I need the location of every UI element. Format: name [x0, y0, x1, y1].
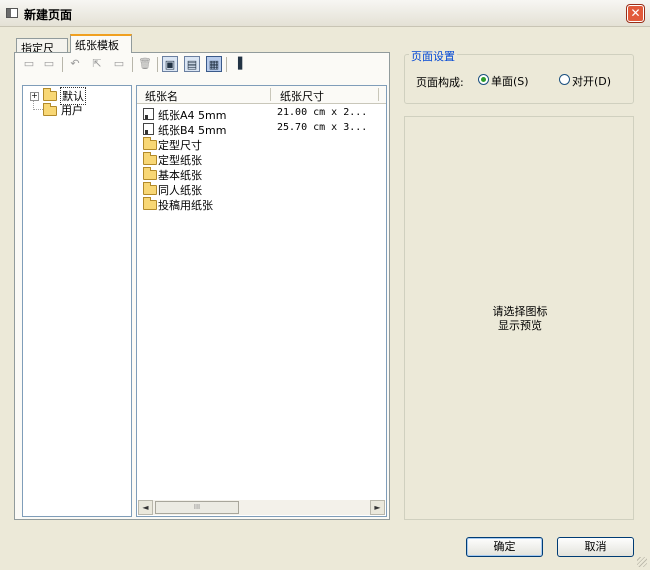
list-item[interactable]: 同人纸张 — [137, 181, 386, 197]
delete-icon[interactable]: 🗑 — [137, 56, 153, 72]
large-icons-view-icon[interactable]: ▣ — [162, 56, 178, 72]
folder-icon — [143, 167, 157, 180]
paper-list[interactable]: 纸张名 纸张尺寸 纸张A4 5mm 21.00 cm x 2... 纸张B4 5… — [136, 85, 387, 517]
spread-radio[interactable] — [559, 74, 570, 85]
toolbar: ▭ ▭ ↶ ⇱ ▭ 🗑 ▣ ▤ ▦ ▐ — [18, 55, 386, 75]
toolbar-separator — [157, 57, 158, 72]
tab-paper-template[interactable]: 纸张模板 — [70, 34, 132, 53]
horizontal-scrollbar[interactable]: ◄ III ► — [138, 500, 385, 515]
list-item[interactable]: 基本纸张 — [137, 166, 386, 182]
preview-hint-line2: 显示预览 — [498, 319, 542, 332]
folder-icon — [143, 137, 157, 150]
resize-grip[interactable] — [637, 557, 647, 567]
toolbar-separator — [132, 57, 133, 72]
folder-icon — [143, 152, 157, 165]
details-view-icon[interactable]: ▦ — [206, 56, 222, 72]
column-divider[interactable] — [378, 88, 379, 101]
window-icon — [6, 8, 18, 18]
copy-folder-icon[interactable]: ▭ — [41, 56, 57, 72]
paper-size: 25.70 cm x 3... — [277, 122, 368, 133]
preview-area: 请选择图标 显示预览 — [404, 116, 634, 520]
folder-icon — [143, 197, 157, 210]
scroll-left-icon[interactable]: ◄ — [138, 500, 153, 515]
new-folder-icon[interactable]: ▭ — [21, 56, 37, 72]
tab-specify-size[interactable]: 指定尺寸 — [16, 38, 68, 71]
panel-toggle-icon[interactable]: ▐ — [230, 56, 246, 72]
page-settings-title: 页面设置 — [409, 48, 457, 64]
tree-connector — [33, 109, 43, 110]
spread-label[interactable]: 对开(D) — [572, 73, 611, 89]
expand-icon[interactable]: + — [30, 92, 39, 101]
ok-button[interactable]: 确定 — [466, 537, 543, 557]
list-item[interactable]: 投稿用纸张 — [137, 196, 386, 212]
column-divider[interactable] — [270, 88, 271, 101]
list-item[interactable]: 纸张B4 5mm 25.70 cm x 3... — [137, 121, 386, 137]
list-header: 纸张名 纸张尺寸 — [137, 86, 386, 104]
folder-name: 投稿用纸张 — [158, 199, 213, 212]
toolbar-separator — [226, 57, 227, 72]
cancel-button[interactable]: 取消 — [557, 537, 634, 557]
tree-item-user[interactable]: 用户 — [61, 102, 83, 118]
list-item[interactable]: 定型尺寸 — [137, 136, 386, 152]
window-title: 新建页面 — [24, 8, 73, 22]
single-page-radio[interactable] — [478, 74, 489, 85]
folder-icon — [43, 103, 57, 116]
single-page-label[interactable]: 单面(S) — [491, 73, 529, 89]
close-button[interactable]: ✕ — [627, 5, 644, 22]
column-paper-size[interactable]: 纸张尺寸 — [280, 88, 324, 104]
title-bar[interactable]: 新建页面 ✕ — [0, 0, 650, 27]
move-icon[interactable]: ⇱ — [89, 56, 105, 72]
scroll-right-icon[interactable]: ► — [370, 500, 385, 515]
folder-tree[interactable]: + 默认 用户 — [22, 85, 132, 517]
column-paper-name[interactable]: 纸张名 — [145, 88, 178, 104]
page-layout-label: 页面构成: — [416, 76, 464, 89]
undo-icon[interactable]: ↶ — [67, 56, 83, 72]
preview-hint-line1: 请选择图标 — [492, 305, 548, 318]
folder-icon — [43, 88, 57, 101]
list-item[interactable]: 定型纸张 — [137, 151, 386, 167]
rename-icon[interactable]: ▭ — [111, 56, 127, 72]
paper-size: 21.00 cm x 2... — [277, 107, 368, 118]
preview-hint: 请选择图标 显示预览 — [405, 305, 635, 333]
toolbar-separator — [62, 57, 63, 72]
folder-icon — [143, 182, 157, 195]
scrollbar-thumb[interactable]: III — [155, 501, 239, 514]
list-item[interactable]: 纸张A4 5mm 21.00 cm x 2... — [137, 106, 386, 122]
small-icons-view-icon[interactable]: ▤ — [184, 56, 200, 72]
paper-file-icon — [143, 108, 154, 120]
paper-file-icon — [143, 123, 154, 135]
